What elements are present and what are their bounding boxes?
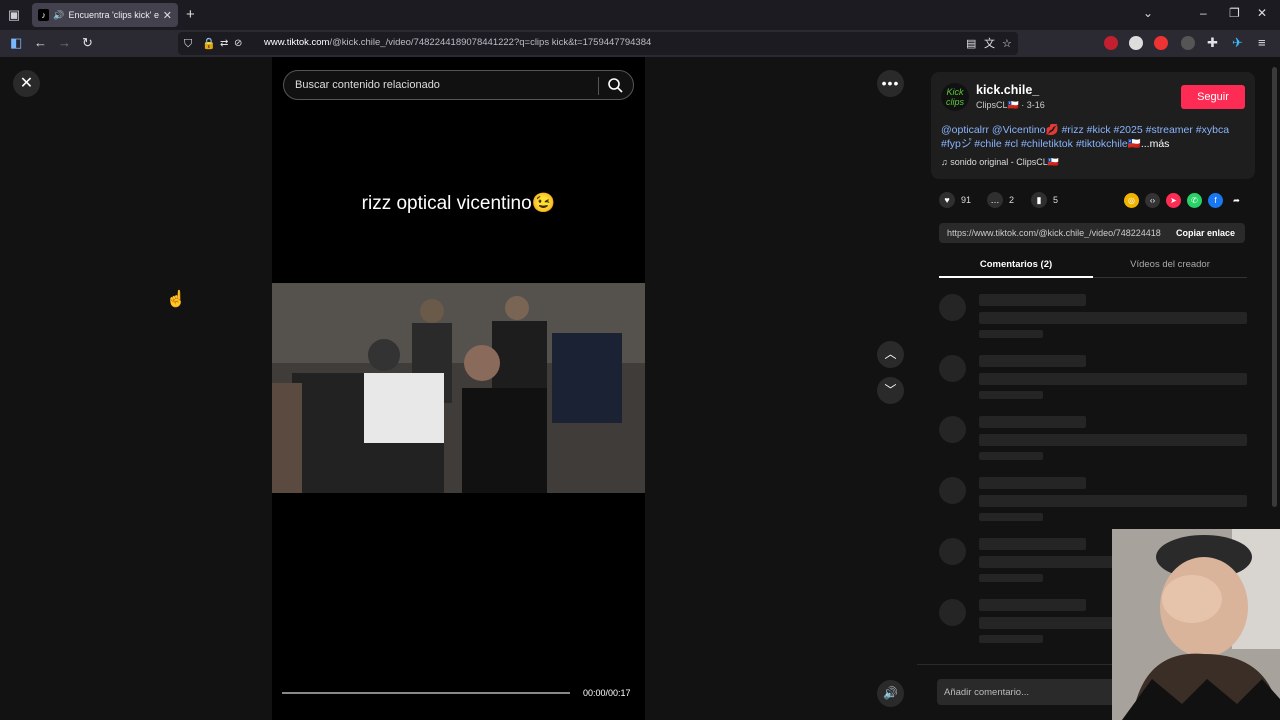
comment-input[interactable]: Añadir comentario... — [937, 679, 1137, 705]
bookmark-icon: ▮ — [1031, 192, 1047, 208]
webcam-image — [1112, 529, 1280, 720]
url-text: www.tiktok.com/@kick.chile_/video/748224… — [264, 37, 652, 48]
tab-creator-videos[interactable]: Vídeos del creador — [1093, 259, 1247, 270]
webcam-overlay — [1112, 529, 1280, 720]
volume-icon[interactable]: 🔊 — [877, 680, 904, 707]
tab-close-icon[interactable]: ✕ — [163, 9, 172, 22]
translate-icon[interactable]: 文 — [984, 36, 995, 52]
search-icon[interactable] — [606, 76, 624, 94]
send-friend-icon[interactable]: ➤ — [1166, 193, 1181, 208]
video-frame — [272, 283, 645, 493]
extension-blue-icon[interactable]: ✈ — [1232, 35, 1243, 51]
description-text[interactable]: @opticalrr @Vicentino💋 #rizz #kick #2025… — [941, 124, 1229, 150]
search-divider — [598, 77, 599, 95]
camera-blocked-icon[interactable]: ⊘ — [234, 36, 242, 52]
extension-shield-icon[interactable] — [1154, 36, 1168, 50]
reload-icon[interactable]: ↻ — [82, 35, 93, 51]
chevron-up-icon[interactable]: ︿ — [877, 341, 904, 368]
tab-title: Encuentra 'clips kick' en TikTok — [68, 10, 159, 20]
address-bar[interactable]: ⛉ 🔒 ⇄ ⊘ www.tiktok.com/@kick.chile_/vide… — [178, 32, 1018, 55]
close-icon[interactable]: ✕ — [13, 70, 40, 97]
tab-overflow-chevron-icon[interactable]: ⌄ — [1143, 6, 1153, 20]
window-close-icon[interactable]: ✕ — [1257, 6, 1267, 20]
video-frame-image — [272, 283, 645, 493]
video-progress-bar[interactable] — [282, 692, 570, 694]
comment-skeleton — [939, 294, 1247, 344]
save-count: 5 — [1053, 195, 1059, 205]
maximize-icon[interactable]: ❐ — [1229, 6, 1240, 20]
music-note-icon: ♫ — [941, 157, 948, 167]
reader-view-icon[interactable]: ▤ — [966, 36, 976, 52]
panel-tabs: Comentarios (2) Vídeos del creador — [939, 253, 1247, 278]
description-more-link[interactable]: ...más — [1141, 138, 1170, 150]
comment-skeleton — [939, 355, 1247, 405]
extension-gray-icon[interactable] — [1181, 36, 1195, 50]
more-dots-icon[interactable]: ••• — [877, 70, 904, 97]
related-search-input[interactable]: Buscar contenido relacionado — [283, 70, 634, 100]
hand-cursor-icon: ☝ — [166, 291, 186, 308]
new-tab-icon[interactable]: + — [186, 6, 195, 24]
like-button[interactable]: ♥ 91 — [939, 192, 971, 208]
video-player[interactable]: Buscar contenido relacionado rizz optica… — [272, 57, 645, 720]
browser-nav-bar: ◧ ← → ↻ ⛉ 🔒 ⇄ ⊘ www.tiktok.com/@kick.chi… — [0, 30, 1280, 57]
comment-count: 2 — [1009, 195, 1015, 205]
comment-placeholder: Añadir comentario... — [944, 687, 1030, 698]
comment-button[interactable]: … 2 — [987, 192, 1014, 208]
tiktok-favicon-icon: ♪ — [38, 9, 50, 21]
permissions-icon[interactable]: ⇄ — [220, 36, 228, 52]
share-arrow-icon[interactable]: ➦ — [1229, 193, 1244, 208]
share-coin-icon[interactable]: ◎ — [1124, 193, 1139, 208]
share-link-url[interactable]: https://www.tiktok.com/@kick.chile_/vide… — [947, 228, 1161, 238]
embed-code-icon[interactable]: ‹› — [1145, 193, 1160, 208]
sound-label: sonido original - ClipsCL🇨🇱 — [950, 157, 1060, 167]
video-info-card: Kick clips kick.chile_ ClipsCL🇨🇱 · 3-16 … — [931, 72, 1255, 179]
sound-link[interactable]: ♫ sonido original - ClipsCL🇨🇱 — [941, 157, 1059, 168]
video-description: @opticalrr @Vicentino💋 #rizz #kick #2025… — [941, 123, 1247, 151]
forward-icon: → — [58, 35, 71, 50]
tab-list-icon[interactable]: ▣ — [6, 7, 22, 23]
search-placeholder: Buscar contenido relacionado — [295, 79, 440, 91]
app-menu-icon[interactable]: ≡ — [1258, 35, 1266, 51]
bookmark-star-icon[interactable]: ☆ — [1002, 36, 1012, 52]
extensions-puzzle-icon[interactable]: ✚ — [1207, 35, 1218, 51]
copy-link-button[interactable]: Copiar enlace — [1176, 228, 1235, 238]
active-tab-indicator — [939, 276, 1093, 278]
tab-comments[interactable]: Comentarios (2) — [939, 259, 1093, 270]
panel-scrollbar[interactable] — [1272, 67, 1277, 507]
comment-skeleton — [939, 477, 1247, 527]
extension-download-icon[interactable] — [1129, 36, 1143, 50]
whatsapp-icon[interactable]: ✆ — [1187, 193, 1202, 208]
heart-icon: ♥ — [939, 192, 955, 208]
shield-icon[interactable]: ⛉ — [184, 36, 192, 52]
tiktok-page: ✕ ☝ Buscar contenido relacionado rizz op… — [0, 57, 1280, 720]
browser-tab-bar: ▣ ♪ 🔊 Encuentra 'clips kick' en TikTok ✕… — [0, 0, 1280, 30]
back-icon[interactable]: ← — [34, 35, 47, 51]
author-subtitle: ClipsCL🇨🇱 · 3-16 — [976, 100, 1045, 110]
video-caption: rizz optical vicentino😉 — [361, 193, 556, 214]
browser-tab-active[interactable]: ♪ 🔊 Encuentra 'clips kick' en TikTok ✕ — [32, 3, 178, 27]
speaker-icon[interactable]: 🔊 — [53, 10, 64, 21]
extension-red-icon[interactable] — [1104, 36, 1118, 50]
follow-button[interactable]: Seguir — [1181, 85, 1245, 109]
like-count: 91 — [961, 195, 972, 205]
sidebar-toggle-icon[interactable]: ◧ — [10, 35, 22, 51]
video-time: 00:00/00:17 — [583, 688, 631, 698]
comment-skeleton — [939, 416, 1247, 466]
minimize-icon[interactable]: – — [1200, 6, 1207, 20]
author-name[interactable]: kick.chile_ — [976, 83, 1039, 97]
avatar[interactable]: Kick clips — [941, 83, 969, 111]
chevron-down-icon[interactable]: ﹀ — [877, 377, 904, 404]
facebook-icon[interactable]: f — [1208, 193, 1223, 208]
share-link-box: https://www.tiktok.com/@kick.chile_/vide… — [939, 223, 1245, 243]
save-button[interactable]: ▮ 5 — [1031, 192, 1058, 208]
lock-icon[interactable]: 🔒 — [202, 36, 216, 52]
comment-bubble-icon: … — [987, 192, 1003, 208]
